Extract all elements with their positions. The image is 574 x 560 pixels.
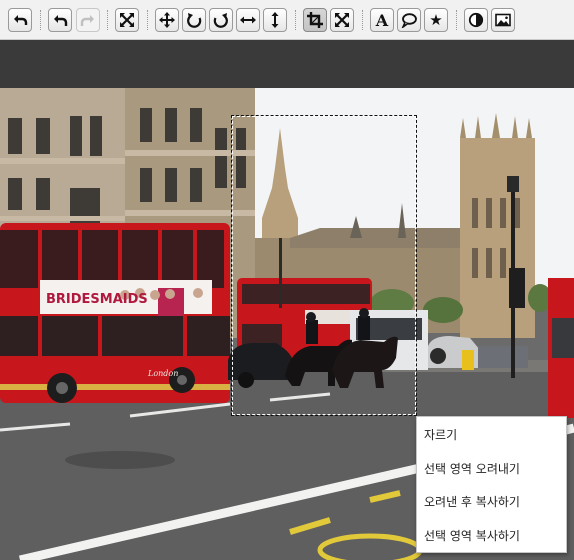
menu-item-cut-and-copy[interactable]: 오려낸 후 복사하기 [417, 486, 566, 520]
context-menu: 자르기 선택 영역 오려내기 오려낸 후 복사하기 선택 영역 복사하기 [416, 416, 567, 553]
move-button[interactable] [155, 8, 179, 32]
undo-button[interactable] [48, 8, 72, 32]
toolbar-separator [40, 10, 41, 30]
move-icon [159, 12, 175, 28]
undo-all-button[interactable] [8, 8, 32, 32]
undo-all-icon [14, 15, 28, 25]
text-button[interactable]: A [370, 8, 394, 32]
toolbar-separator [456, 10, 457, 30]
image-icon [495, 13, 511, 27]
bus-plate-text: London [147, 369, 178, 378]
menu-item-cut-selection[interactable]: 선택 영역 오려내기 [417, 453, 566, 487]
flip-horizontal-button[interactable] [236, 8, 260, 32]
rotate-right-button[interactable] [209, 8, 233, 32]
sticker-button[interactable]: ★ [424, 8, 448, 32]
text-icon: A [375, 10, 389, 30]
toolbar-separator [147, 10, 148, 30]
crop-fit-button[interactable] [330, 8, 354, 32]
fit-button[interactable] [115, 8, 139, 32]
filter-button[interactable] [464, 8, 488, 32]
image-button[interactable] [491, 8, 515, 32]
workspace-band [0, 40, 574, 88]
flip-horizontal-icon [240, 16, 256, 24]
redo-button[interactable] [76, 8, 100, 32]
crop-expand-icon [335, 13, 349, 27]
redo-icon [80, 15, 94, 26]
flip-vertical-icon [271, 12, 279, 28]
crop-button[interactable] [303, 8, 327, 32]
star-icon: ★ [429, 11, 443, 29]
toolbar-separator [295, 10, 296, 30]
toolbar: A ★ [0, 0, 574, 40]
toolbar-separator [362, 10, 363, 30]
bus-advert-text: BRIDESMAIDS [46, 292, 148, 307]
menu-item-crop[interactable]: 자르기 [417, 419, 566, 453]
crop-icon [307, 12, 323, 28]
flip-vertical-button[interactable] [263, 8, 287, 32]
rotate-left-button[interactable] [182, 8, 206, 32]
speech-bubble-icon [401, 13, 417, 28]
menu-item-copy-selection[interactable]: 선택 영역 복사하기 [417, 520, 566, 554]
rotate-right-icon [213, 13, 228, 28]
speech-bubble-button[interactable] [397, 8, 421, 32]
toolbar-separator [107, 10, 108, 30]
crop-selection[interactable] [231, 115, 417, 416]
image-editor: A ★ BRIDESMAIDS London 자르기 선택 영역 오려내기 오려… [0, 0, 574, 560]
contrast-icon [468, 12, 484, 28]
expand-icon [120, 13, 134, 27]
undo-icon [54, 15, 68, 26]
rotate-left-icon [187, 13, 202, 28]
